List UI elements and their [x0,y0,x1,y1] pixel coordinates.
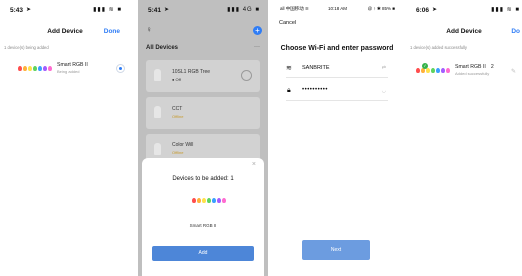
bulb-dot [212,198,216,203]
rgb-bulbs-icon [416,67,450,73]
power-icon[interactable] [241,70,252,81]
bulb-dot [431,67,435,73]
location-arrow-icon: ➤ [26,7,32,13]
sheet-title: Devices to be added: 1 [172,176,234,182]
bulb-dot [416,67,420,73]
screen-devices-to-add: 5:41 ➤ ▮▮▮ 4G ■ ♀ + All Devices ··· 10SL… [138,0,268,276]
rgb-bulbs-icon [192,198,226,203]
status-time: 5:41 [148,7,162,14]
devices-to-add-sheet: × Devices to be added: 1 Smart RGB II Ad… [142,158,264,276]
eye-icon[interactable]: ◡ [382,88,386,94]
device-status: ● Off [172,77,181,82]
bulb-dot [217,198,221,203]
page-title: Add Device [446,28,482,35]
bulb-dot [18,65,22,71]
screen-add-device-adding: 5:43 ➤ ▮▮▮ ≋ ■ Add Device Done 1 device(… [0,0,130,276]
status-bar: 5:43 ➤ ▮▮▮ ≋ ■ [0,0,130,18]
device-status: Offline [172,114,184,119]
carrier-label: all 中国移动 ≋ [280,6,309,11]
done-button[interactable]: Done [104,28,120,35]
wifi-password-field[interactable]: 🔒︎ •••••••••• ◡ [286,86,388,101]
bulb-dot [33,65,37,71]
status-icons: ▮▮▮ ≋ ■ [491,7,520,13]
wifi-heading: Choose Wi-Fi and enter password [280,45,394,52]
password-value: •••••••••• [302,87,329,93]
adding-caption: 1 device(s) being added [4,45,49,50]
bulb-dot [38,65,42,71]
add-button[interactable]: Add [152,246,254,261]
status-bar: 5:41 ➤ ▮▮▮ 4G ■ [138,0,268,18]
status-time: 5:43 [10,7,24,14]
device-name: Color Will [172,142,194,148]
rgb-bulbs-icon [18,65,52,71]
bulb-dot [222,198,226,203]
device-name: CCT [172,106,183,112]
bulb-dot [28,65,32,71]
lock-icon: 🔒︎ [287,87,291,94]
device-card[interactable]: CCT Offline [146,97,260,129]
bulb-icon [154,69,161,81]
device-count: 2 [490,64,494,70]
wifi-ssid-field[interactable]: ≋ SANBRITE ⇄ [286,63,388,78]
wifi-icon: ≋ [286,65,292,72]
bulb-dot [446,67,450,73]
bulb-dot [202,198,206,203]
location-arrow-icon: ➤ [432,7,438,13]
status-time: 6:06 [416,7,430,14]
all-devices-header: All Devices [146,45,179,51]
bulb-dot [207,198,211,203]
nav-bar: Add Device Do [406,22,522,38]
bulb-icon [154,106,161,118]
status-bar: all 中国移动 ≋ 10:18 AM @ ↑ ✱ 85% ■ [276,0,398,18]
bulb-dot [43,65,47,71]
add-icon[interactable]: + [253,26,262,35]
bulb-dot [197,198,201,203]
status-time: 10:18 AM [328,6,348,11]
added-caption: 1 device(s) added successfully [410,45,468,50]
device-status: Being added [57,69,80,74]
screen-wifi-password: all 中国移动 ≋ 10:18 AM @ ↑ ✱ 85% ■ Cancel C… [276,0,398,276]
edit-icon[interactable]: ✎ [511,68,516,75]
bulb-dot [23,65,27,71]
bulb-dot [192,198,196,203]
bulb-dot [48,65,52,71]
device-status: Offline [172,150,184,155]
screen-add-device-success: 6:06 ➤ ▮▮▮ ≋ ■ Add Device Do 1 device(s)… [406,0,522,276]
more-icon[interactable]: ··· [254,44,260,50]
device-name: 10SL1 RGB Tree [172,69,211,75]
status-bar: 6:06 ➤ ▮▮▮ ≋ ■ [406,0,522,18]
status-icons: ▮▮▮ ≋ ■ [93,7,122,13]
bulb-dot [441,67,445,73]
status-icons: ▮▮▮ 4G ■ [227,7,260,13]
device-row[interactable]: ✓ Smart RGB II 2 Added successfully [416,62,494,76]
device-name: Smart RGB II 2 [455,64,494,70]
success-check-icon: ✓ [422,62,428,69]
device-row[interactable]: Smart RGB II Being added [18,62,88,74]
device-name: Smart RGB II [189,223,217,228]
next-button[interactable]: Next [302,240,370,260]
nav-bar: Add Device Done [0,22,130,38]
select-radio[interactable] [116,64,125,73]
device-name: Smart RGB II [57,62,88,68]
done-button[interactable]: Do [511,28,520,35]
cancel-button[interactable]: Cancel [279,20,296,26]
status-icons: @ ↑ ✱ 85% ■ [367,6,395,11]
swap-icon[interactable]: ⇄ [382,65,386,71]
bulb-icon [154,143,161,155]
close-icon[interactable]: × [252,161,256,168]
device-card[interactable]: 10SL1 RGB Tree ● Off [146,60,260,92]
location-arrow-icon: ➤ [164,7,170,13]
profile-icon[interactable]: ♀ [146,25,152,34]
ssid-value: SANBRITE [302,65,330,71]
device-status: Added successfully [455,71,490,76]
stage: 5:43 ➤ ▮▮▮ ≋ ■ Add Device Done 1 device(… [0,0,522,276]
bulb-dot [436,67,440,73]
